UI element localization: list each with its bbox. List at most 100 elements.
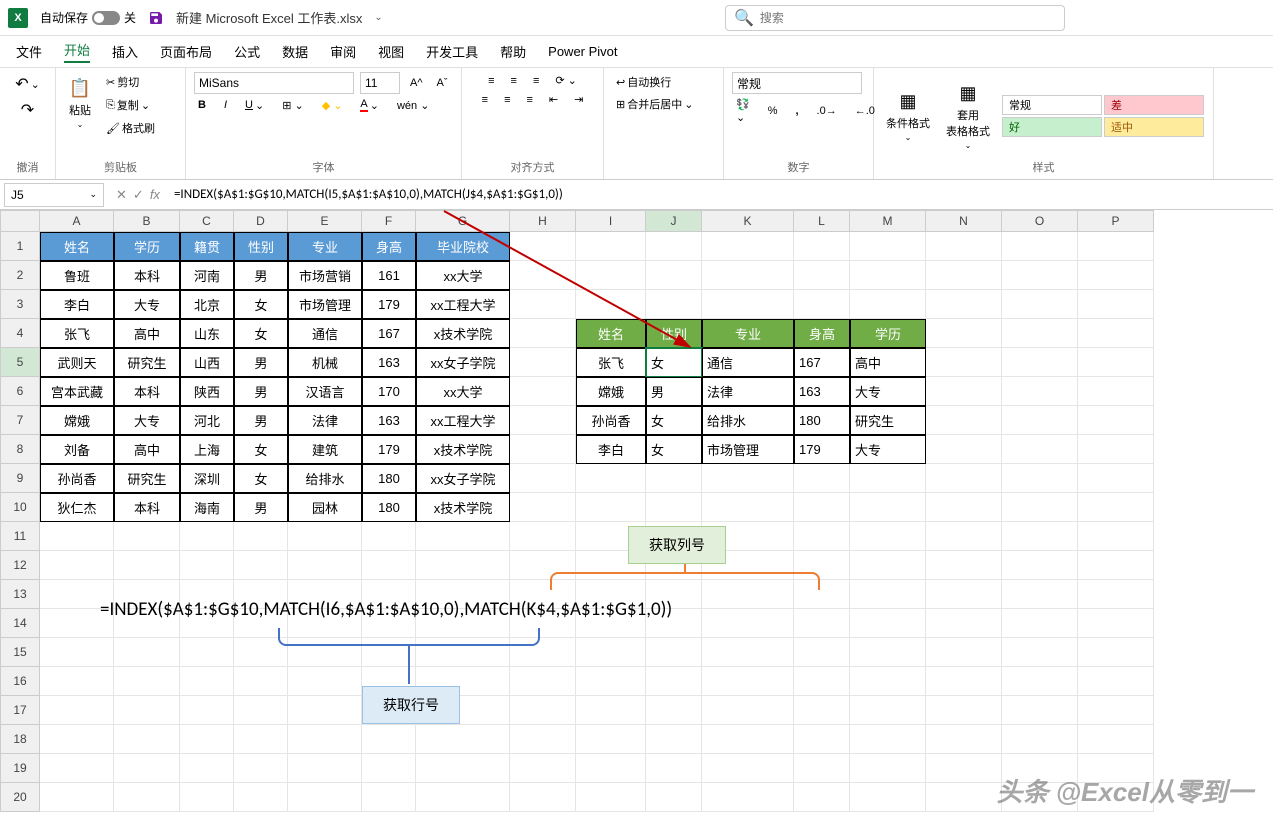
cell-K17[interactable] <box>702 696 794 725</box>
cell-J15[interactable] <box>646 638 702 667</box>
menu-Power Pivot[interactable]: Power Pivot <box>548 44 617 59</box>
cell-P17[interactable] <box>1078 696 1154 725</box>
cell-L1[interactable] <box>794 232 850 261</box>
cell-C15[interactable] <box>180 638 234 667</box>
cell-K19[interactable] <box>702 754 794 783</box>
cell-I10[interactable] <box>576 493 646 522</box>
cell-D12[interactable] <box>234 551 288 580</box>
menu-文件[interactable]: 文件 <box>16 42 42 61</box>
cell-J19[interactable] <box>646 754 702 783</box>
cell-I4[interactable]: 姓名 <box>576 319 646 348</box>
cell-P4[interactable] <box>1078 319 1154 348</box>
cell-D4[interactable]: 女 <box>234 319 288 348</box>
cell-E9[interactable]: 给排水 <box>288 464 362 493</box>
cell-N11[interactable] <box>926 522 1002 551</box>
cell-M15[interactable] <box>850 638 926 667</box>
fx-icon[interactable]: fx <box>150 187 160 203</box>
cell-B17[interactable] <box>114 696 180 725</box>
cell-N17[interactable] <box>926 696 1002 725</box>
cell-H20[interactable] <box>510 783 576 812</box>
cell-P18[interactable] <box>1078 725 1154 754</box>
row-header-20[interactable]: 20 <box>0 783 40 812</box>
cell-J16[interactable] <box>646 667 702 696</box>
cell-A15[interactable] <box>40 638 114 667</box>
cell-D10[interactable]: 男 <box>234 493 288 522</box>
menu-插入[interactable]: 插入 <box>112 42 138 61</box>
cell-O5[interactable] <box>1002 348 1078 377</box>
cell-K8[interactable]: 市场管理 <box>702 435 794 464</box>
italic-button[interactable]: I <box>220 97 231 113</box>
row-header-8[interactable]: 8 <box>0 435 40 464</box>
cell-I8[interactable]: 李白 <box>576 435 646 464</box>
row-header-16[interactable]: 16 <box>0 667 40 696</box>
cell-E5[interactable]: 机械 <box>288 348 362 377</box>
cell-O11[interactable] <box>1002 522 1078 551</box>
cell-A18[interactable] <box>40 725 114 754</box>
autosave-toggle[interactable]: 自动保存 关 <box>40 9 136 26</box>
cell-F8[interactable]: 179 <box>362 435 416 464</box>
cell-G12[interactable] <box>416 551 510 580</box>
cell-B12[interactable] <box>114 551 180 580</box>
align-left-button[interactable]: ≡ <box>478 92 492 108</box>
cell-N3[interactable] <box>926 290 1002 319</box>
menu-页面布局[interactable]: 页面布局 <box>160 42 212 61</box>
cell-B10[interactable]: 本科 <box>114 493 180 522</box>
cell-L18[interactable] <box>794 725 850 754</box>
font-name-select[interactable] <box>194 72 354 94</box>
cell-O9[interactable] <box>1002 464 1078 493</box>
cell-M11[interactable] <box>850 522 926 551</box>
cell-C11[interactable] <box>180 522 234 551</box>
cell-P8[interactable] <box>1078 435 1154 464</box>
cell-H19[interactable] <box>510 754 576 783</box>
col-header-F[interactable]: F <box>362 210 416 232</box>
col-header-B[interactable]: B <box>114 210 180 232</box>
cell-O16[interactable] <box>1002 667 1078 696</box>
cell-D7[interactable]: 男 <box>234 406 288 435</box>
cell-M8[interactable]: 大专 <box>850 435 926 464</box>
cell-I9[interactable] <box>576 464 646 493</box>
menu-数据[interactable]: 数据 <box>282 42 308 61</box>
align-bottom-button[interactable]: ≡ <box>529 73 543 89</box>
col-header-G[interactable]: G <box>416 210 510 232</box>
cell-F18[interactable] <box>362 725 416 754</box>
cell-E17[interactable] <box>288 696 362 725</box>
cell-O2[interactable] <box>1002 261 1078 290</box>
cell-O6[interactable] <box>1002 377 1078 406</box>
cell-A17[interactable] <box>40 696 114 725</box>
comma-button[interactable]: , <box>791 103 802 119</box>
conditional-format-button[interactable]: ▦ 条件格式⌄ <box>882 85 934 146</box>
cell-C3[interactable]: 北京 <box>180 290 234 319</box>
cell-K9[interactable] <box>702 464 794 493</box>
col-header-A[interactable]: A <box>40 210 114 232</box>
cell-G11[interactable] <box>416 522 510 551</box>
cell-G8[interactable]: x技术学院 <box>416 435 510 464</box>
cell-O15[interactable] <box>1002 638 1078 667</box>
row-header-15[interactable]: 15 <box>0 638 40 667</box>
table-format-button[interactable]: ▦ 套用 表格格式⌄ <box>942 77 994 154</box>
cell-D5[interactable]: 男 <box>234 348 288 377</box>
cell-O14[interactable] <box>1002 609 1078 638</box>
underline-button[interactable]: U ⌄ <box>241 97 268 114</box>
col-header-I[interactable]: I <box>576 210 646 232</box>
cell-O1[interactable] <box>1002 232 1078 261</box>
cell-L2[interactable] <box>794 261 850 290</box>
cell-L3[interactable] <box>794 290 850 319</box>
number-format-select[interactable] <box>732 72 862 94</box>
cell-L11[interactable] <box>794 522 850 551</box>
redo-button[interactable]: ↷ <box>17 98 38 122</box>
cell-G3[interactable]: xx工程大学 <box>416 290 510 319</box>
cell-C6[interactable]: 陕西 <box>180 377 234 406</box>
cell-O4[interactable] <box>1002 319 1078 348</box>
cell-E19[interactable] <box>288 754 362 783</box>
cell-A5[interactable]: 武则天 <box>40 348 114 377</box>
menu-开始[interactable]: 开始 <box>64 40 90 63</box>
row-header-6[interactable]: 6 <box>0 377 40 406</box>
cell-B19[interactable] <box>114 754 180 783</box>
cell-H7[interactable] <box>510 406 576 435</box>
cell-G10[interactable]: x技术学院 <box>416 493 510 522</box>
cell-A7[interactable]: 嫦娥 <box>40 406 114 435</box>
cell-B8[interactable]: 高中 <box>114 435 180 464</box>
paste-button[interactable]: 📋 粘贴⌄ <box>64 72 96 159</box>
cell-styles-gallery[interactable]: 常规 差 好 适中 <box>1002 95 1204 137</box>
cell-F9[interactable]: 180 <box>362 464 416 493</box>
